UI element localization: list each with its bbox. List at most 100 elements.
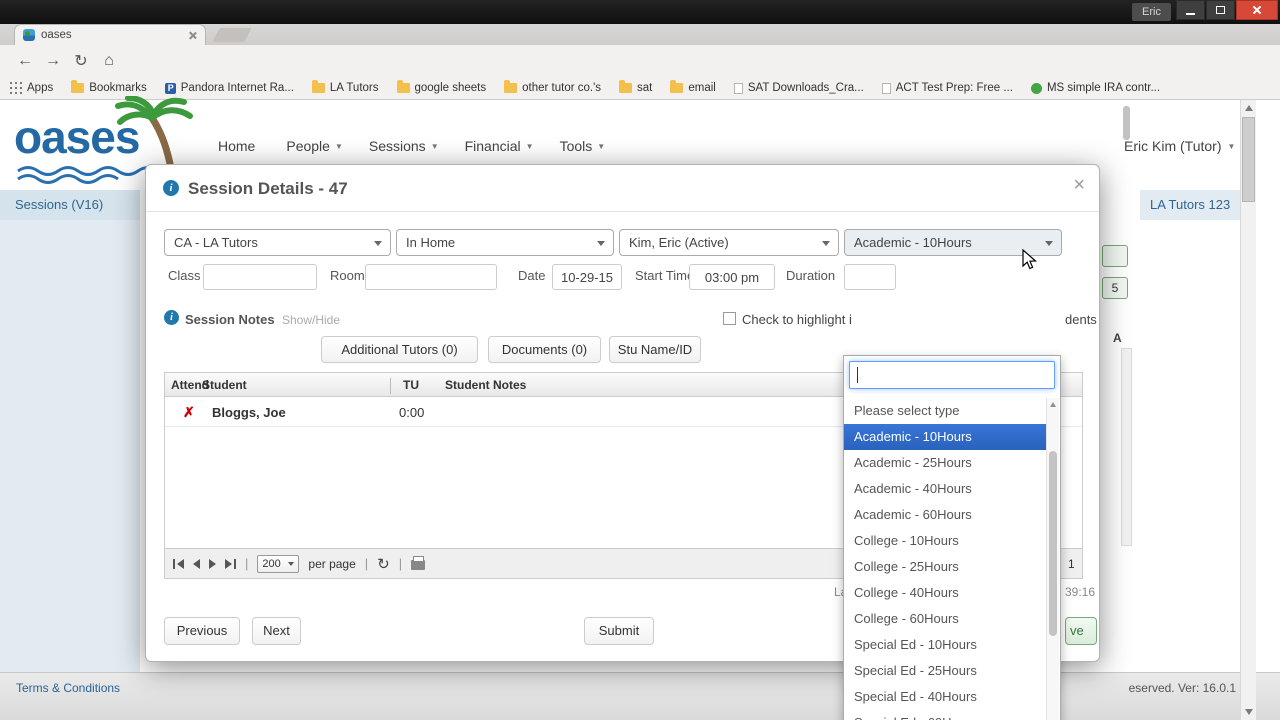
stu-name-id-button[interactable]: Stu Name/ID (609, 336, 701, 363)
window-close-button[interactable] (1236, 0, 1278, 20)
dropdown-option[interactable]: Please select type (844, 398, 1047, 424)
per-page-label: per page (308, 556, 356, 571)
submit-button[interactable]: Submit (584, 617, 654, 645)
background-scrollbar[interactable] (1121, 348, 1132, 546)
apps-shortcut[interactable]: Apps (10, 82, 53, 94)
scroll-up-icon[interactable] (1245, 105, 1253, 111)
duration-label: Duration (786, 268, 836, 283)
page-scrollbar[interactable] (1240, 100, 1256, 720)
tab-close-icon[interactable] (188, 31, 197, 40)
bookmark-item[interactable]: google sheets (396, 80, 486, 94)
background-counter-fragment: 5 (1102, 277, 1128, 299)
separator: | (245, 556, 249, 571)
bookmark-item[interactable]: LA Tutors (311, 80, 379, 94)
dropdown-option[interactable]: College - 10Hours (844, 528, 1047, 554)
start-time-input[interactable] (689, 264, 775, 290)
home-button[interactable] (96, 48, 122, 74)
highlight-checkbox[interactable] (723, 312, 736, 325)
nav-label: Tools (559, 138, 593, 154)
documents-button[interactable]: Documents (0) (488, 336, 601, 363)
terms-link[interactable]: Terms & Conditions (16, 681, 120, 695)
user-menu-label: Eric Kim (Tutor) (1124, 138, 1222, 154)
next-button[interactable]: Next (252, 617, 301, 645)
bookmark-item[interactable]: Pandora Internet Ra... (164, 82, 294, 94)
tab-strip: oases (0, 24, 1280, 45)
bookmark-item[interactable]: other tutor co.'s (504, 80, 601, 94)
scroll-up-icon[interactable] (1050, 402, 1056, 407)
date-input[interactable] (552, 264, 622, 290)
bookmark-icon (881, 82, 891, 94)
forward-button[interactable] (40, 48, 66, 74)
bookmark-item[interactable]: SAT Downloads_Cra... (733, 82, 864, 94)
class-input[interactable] (203, 264, 317, 290)
dropdown-option[interactable]: Special Ed - 25Hours (844, 658, 1047, 684)
show-hide-toggle[interactable]: Show/Hide (282, 313, 340, 327)
tutor-select[interactable]: Kim, Eric (Active) (619, 229, 839, 256)
dropdown-scrollbar-thumb[interactable] (1049, 451, 1057, 636)
info-icon (163, 180, 179, 196)
nav-item[interactable]: People ▼ (286, 138, 343, 154)
duration-input[interactable] (844, 264, 896, 290)
refresh-icon[interactable] (377, 555, 390, 573)
nav-label: Sessions (368, 138, 426, 154)
dropdown-option[interactable]: Special Ed - 40Hours (844, 684, 1047, 710)
highlight-label: Check to highlight i (742, 312, 852, 327)
dropdown-option[interactable]: College - 25Hours (844, 554, 1047, 580)
save-button-fragment[interactable]: ve (1065, 617, 1097, 645)
dropdown-search-input[interactable] (849, 361, 1055, 389)
dropdown-option[interactable]: Academic - 10Hours (844, 424, 1047, 450)
room-input[interactable] (365, 264, 497, 290)
print-icon[interactable] (411, 556, 426, 570)
scroll-down-icon[interactable] (1245, 709, 1253, 715)
dropdown-scrollbar[interactable] (1046, 398, 1059, 720)
nav-item[interactable]: Sessions ▼ (369, 138, 439, 154)
bookmark-item[interactable]: email (670, 80, 716, 94)
bookmark-icon (164, 82, 176, 94)
previous-button[interactable]: Previous (164, 617, 240, 645)
bookmark-label: MS simple IRA contr... (1046, 82, 1161, 94)
dropdown-option[interactable]: College - 60Hours (844, 606, 1047, 632)
nav-label: People (286, 138, 330, 154)
start-time-label: Start Time (635, 268, 695, 283)
scrollbar-thumb[interactable] (1242, 117, 1255, 202)
dropdown-option[interactable]: Special Ed - 10Hours (844, 632, 1047, 658)
type-dropdown-panel: Please select type Academic - 10Hours Acad… (843, 355, 1061, 720)
next-page-button[interactable] (209, 558, 216, 569)
dropdown-option[interactable]: Academic - 40Hours (844, 476, 1047, 502)
nav-item[interactable]: Financial ▼ (465, 138, 534, 154)
bookmarks-folder[interactable]: Bookmarks (71, 80, 147, 94)
dropdown-option[interactable]: College - 40Hours (844, 580, 1047, 606)
highlight-label-tail: dents (1065, 312, 1097, 327)
room-label: Room (330, 268, 365, 283)
oases-favicon-icon (23, 29, 35, 41)
additional-tutors-button[interactable]: Additional Tutors (0) (321, 336, 478, 363)
dropdown-option[interactable]: Academic - 25Hours (844, 450, 1047, 476)
sidebar-item-sessions[interactable]: Sessions (V16) (0, 190, 140, 220)
back-button[interactable] (12, 48, 38, 74)
user-menu[interactable]: Eric Kim (Tutor) ▼ (1124, 131, 1235, 161)
close-icon (1252, 5, 1262, 15)
last-page-button[interactable] (225, 558, 236, 569)
new-tab-button[interactable] (212, 28, 252, 42)
window-maximize-button[interactable] (1206, 0, 1235, 20)
reload-button[interactable] (68, 48, 94, 74)
browser-profile-badge[interactable]: Eric (1132, 3, 1171, 21)
per-page-select[interactable]: 200 (257, 554, 300, 573)
center-select[interactable]: CA - LA Tutors (164, 229, 391, 256)
dropdown-option[interactable]: Special Ed - 60Hours (844, 710, 1047, 720)
attendance-x-icon[interactable]: ✗ (183, 404, 195, 421)
nav-item[interactable]: Home (218, 138, 260, 154)
prev-page-button[interactable] (193, 558, 200, 569)
dropdown-option[interactable]: Academic - 60Hours (844, 502, 1047, 528)
bookmark-item[interactable]: sat (619, 80, 652, 94)
nav-item[interactable]: Tools ▼ (560, 138, 606, 154)
browser-tab[interactable]: oases (14, 24, 206, 45)
first-page-button[interactable] (173, 558, 184, 569)
location-select[interactable]: In Home (396, 229, 614, 256)
window-minimize-button[interactable] (1176, 0, 1205, 20)
caret-down-icon (288, 561, 295, 566)
bookmark-item[interactable]: MS simple IRA contr... (1030, 82, 1161, 94)
modal-close-icon[interactable] (1073, 175, 1085, 195)
background-scrollbar-thumb[interactable] (1123, 106, 1130, 140)
bookmark-item[interactable]: ACT Test Prep: Free ... (881, 82, 1013, 94)
